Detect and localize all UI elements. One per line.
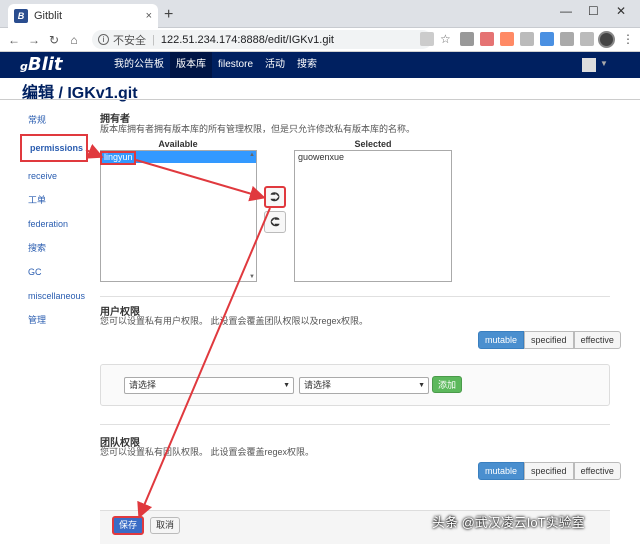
browser-toolbar: ← → ↻ ⌂ i 不安全 | 122.51.234.174:8888/edit… (0, 28, 640, 52)
more-menu-icon[interactable]: ⋮ (622, 32, 634, 46)
mode-mutable-button[interactable]: mutable (478, 331, 525, 349)
move-left-button[interactable]: ⮈ (264, 211, 286, 233)
mode-effective-button[interactable]: effective (573, 331, 621, 349)
extension-icon[interactable] (540, 32, 554, 46)
extension-icon[interactable] (580, 32, 594, 46)
selected-owners-list[interactable]: guowenxue (294, 150, 452, 282)
chevron-down-icon: ▼ (418, 382, 425, 389)
mode-specified-button[interactable]: specified (524, 331, 574, 349)
arrow-to-user (85, 143, 104, 159)
user-select[interactable]: 请选择 ▼ (124, 377, 294, 394)
team-perms-desc: 您可以设置私有团队权限。 此设置会覆盖regex权限。 (100, 447, 315, 457)
extension-icon[interactable] (520, 32, 534, 46)
sidebar-item-general[interactable]: 常规 (20, 108, 88, 132)
url-text[interactable]: 122.51.234.174:8888/edit/IGKv1.git (161, 34, 334, 46)
owner-desc: 版本库拥有者拥有版本库的所有管理权限，但是只允许修改私有版本库的名称。 (100, 124, 416, 134)
nav-filestore[interactable]: filestore (212, 52, 259, 78)
profile-avatar[interactable] (598, 31, 615, 48)
permission-select[interactable]: 请选择 ▼ (299, 377, 429, 394)
move-right-button[interactable]: ⮊ (264, 186, 286, 208)
nav-dashboard[interactable]: 我的公告板 (108, 52, 170, 78)
scroll-down-icon[interactable]: ▼ (249, 274, 255, 280)
sidebar-item-gc[interactable]: GC (20, 260, 88, 284)
divider (0, 99, 640, 100)
new-tab-button[interactable]: + (164, 6, 173, 24)
minimize-button[interactable]: — (560, 4, 572, 18)
team-perm-mode-group: mutable specified effective (478, 462, 621, 480)
sidebar-item-tickets[interactable]: 工单 (20, 188, 88, 212)
sidebar-item-admin[interactable]: 管理 (20, 308, 88, 332)
sidebar-item-permissions[interactable]: permissions (20, 134, 88, 162)
chevron-down-icon: ▼ (283, 382, 290, 389)
browser-tab-bar: B Gitblit × + — ☐ ✕ (0, 0, 640, 28)
back-arrow-icon[interactable]: ← (4, 33, 24, 47)
gitblit-logo[interactable]: gBlit (20, 54, 63, 75)
separator: | (152, 33, 155, 46)
user-perm-mode-group: mutable specified effective (478, 331, 621, 349)
available-label: Available (158, 139, 198, 149)
tab-close-icon[interactable]: × (146, 10, 152, 22)
gitblit-favicon-icon: B (14, 9, 28, 23)
translate-icon[interactable] (420, 32, 434, 46)
info-icon[interactable]: i (98, 34, 109, 45)
main-nav: 我的公告板 版本库 filestore 活动 搜索 (108, 52, 323, 78)
user-avatar[interactable] (582, 58, 596, 72)
nav-activity[interactable]: 活动 (259, 52, 291, 78)
gitblit-header: gBlit 我的公告板 版本库 filestore 活动 搜索 ▼ (0, 52, 640, 78)
settings-sidebar: 常规 permissions receive 工单 federation 搜索 … (20, 108, 88, 332)
user-perms-desc: 您可以设置私有用户权限。 此设置会覆盖团队权限以及regex权限。 (100, 316, 369, 326)
tab-title: Gitblit (34, 10, 63, 22)
divider (100, 424, 610, 425)
extension-icon[interactable] (500, 32, 514, 46)
mode-mutable-button[interactable]: mutable (478, 462, 525, 480)
mode-specified-button[interactable]: specified (524, 462, 574, 480)
extension-icon[interactable] (480, 32, 494, 46)
mode-effective-button[interactable]: effective (573, 462, 621, 480)
sidebar-item-search[interactable]: 搜索 (20, 236, 88, 260)
list-item[interactable]: guowenxue (295, 151, 451, 163)
address-bar[interactable]: i 不安全 | 122.51.234.174:8888/edit/IGKv1.g… (92, 30, 432, 49)
watermark-text: 头条 @武汉凌云IoT实验室 (432, 515, 585, 530)
insecure-label: 不安全 (113, 34, 146, 47)
nav-search[interactable]: 搜索 (291, 52, 323, 78)
save-button[interactable]: 保存 (112, 516, 144, 535)
home-icon[interactable]: ⌂ (64, 33, 84, 47)
extension-icons: ☆ (420, 32, 594, 46)
sidebar-item-receive[interactable]: receive (20, 164, 88, 188)
cancel-button[interactable]: 取消 (150, 517, 180, 534)
chevron-down-icon[interactable]: ▼ (600, 59, 608, 68)
maximize-button[interactable]: ☐ (588, 4, 599, 18)
close-window-button[interactable]: ✕ (616, 4, 626, 18)
sidebar-item-federation[interactable]: federation (20, 212, 88, 236)
reload-icon[interactable]: ↻ (44, 33, 64, 47)
available-owners-list[interactable]: lingyun ▲ ▼ (100, 150, 257, 282)
divider (100, 296, 610, 297)
sidebar-item-miscellaneous[interactable]: miscellaneous (20, 284, 88, 308)
nav-repositories[interactable]: 版本库 (170, 52, 212, 78)
add-permission-button[interactable]: 添加 (432, 376, 462, 393)
star-icon[interactable]: ☆ (440, 32, 454, 46)
browser-tab[interactable]: B Gitblit × (8, 4, 158, 28)
selected-label: Selected (354, 139, 392, 149)
extension-icon[interactable] (460, 32, 474, 46)
highlight-box (100, 151, 136, 165)
forward-arrow-icon[interactable]: → (24, 33, 44, 47)
scroll-up-icon[interactable]: ▲ (249, 152, 255, 158)
camera-icon[interactable] (560, 32, 574, 46)
